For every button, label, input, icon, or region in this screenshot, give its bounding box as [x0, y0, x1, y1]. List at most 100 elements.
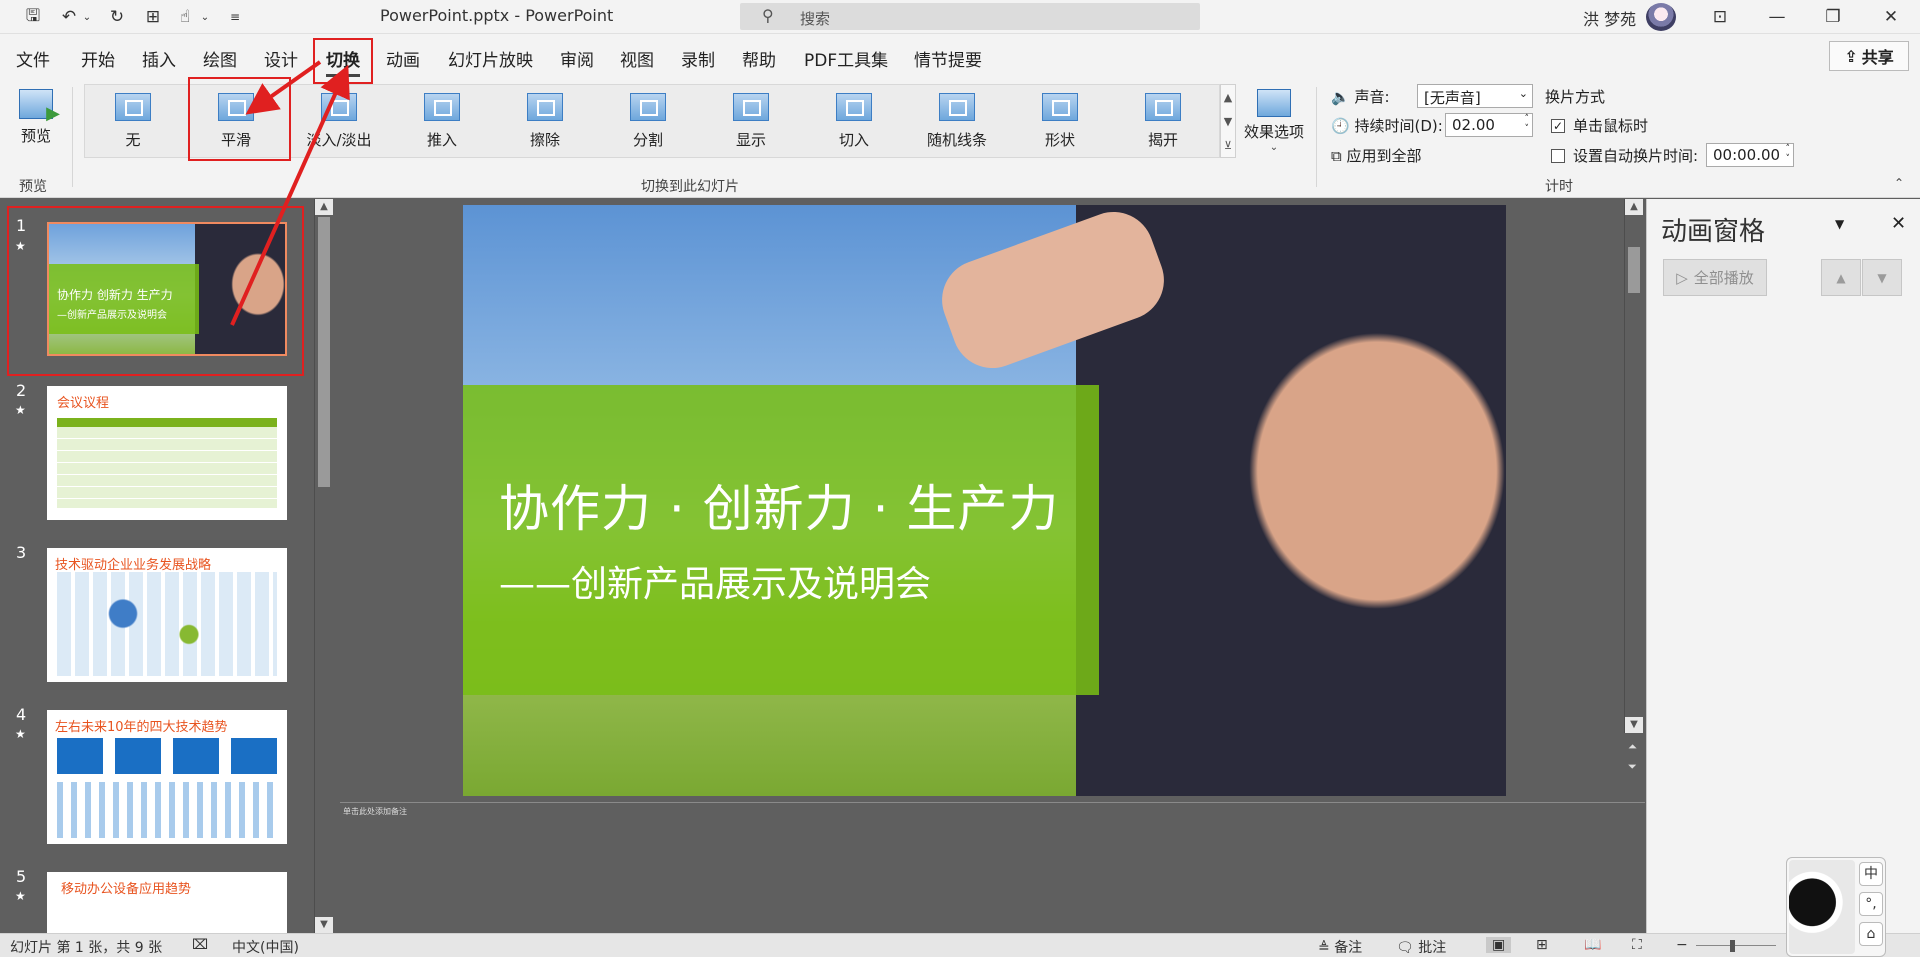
sound-select[interactable]: [无声音] ⌄ — [1417, 84, 1533, 108]
slide-thumbnail-5[interactable]: 移动办公设备应用趋势 — [47, 872, 287, 933]
ime-widget[interactable]: 中 °, ⌂ — [1786, 857, 1886, 957]
transition-none[interactable]: 无 — [88, 93, 178, 150]
title-box[interactable]: 协作力 · 创新力 · 生产力 ——创新产品展示及说明会 — [463, 385, 1099, 695]
next-slide-icon[interactable]: ⏷ — [1628, 760, 1637, 774]
slideshow-icon[interactable]: ⛶ — [1632, 937, 1642, 953]
share-icon: ⇪ — [1844, 46, 1858, 66]
duration-input[interactable]: 02.00 ˄ ˅ — [1445, 113, 1533, 137]
normal-view-icon[interactable]: ▣ — [1486, 937, 1512, 953]
touch-dropdown-icon[interactable]: ⌄ — [198, 5, 212, 29]
slide-thumbnail-1[interactable]: 协作力 创新力 生产力 —创新产品展示及说明会 — [47, 222, 287, 356]
spinner-icon[interactable]: ˄ ˅ — [1525, 114, 1530, 134]
tab-slideshow[interactable]: 幻灯片放映 — [448, 46, 533, 71]
minimize-icon[interactable]: — — [1762, 5, 1792, 29]
transition-push[interactable]: 推入 — [397, 93, 487, 150]
search-input[interactable]: ⚲ 搜索 — [740, 3, 1200, 30]
notes-button[interactable]: ≜ 备注 — [1318, 937, 1362, 957]
transition-reveal[interactable]: 显示 — [706, 93, 796, 150]
undo-dropdown-icon[interactable]: ⌄ — [80, 5, 94, 29]
transition-fade[interactable]: 淡入/淡出 — [294, 93, 384, 150]
play-all-button[interactable]: ▷ 全部播放 — [1663, 259, 1767, 296]
tab-view[interactable]: 视图 — [620, 46, 654, 71]
preview-button[interactable]: ▶ 预览 — [12, 89, 60, 146]
gallery-scroll[interactable]: ▲ ▼ ⊻ — [1220, 84, 1236, 158]
present-icon[interactable]: ⊞ — [140, 5, 166, 29]
preview-label: 预览 — [20, 127, 51, 145]
slide-thumbnail-4[interactable]: 左右未来10年的四大技术趋势 — [47, 710, 287, 844]
collapse-ribbon-icon[interactable]: ⌃ — [1894, 176, 1904, 190]
comments-button[interactable]: 🗨 批注 — [1396, 937, 1446, 957]
slide-thumbnail-3[interactable]: 技术驱动企业业务发展战略 — [47, 548, 287, 682]
slide-subtitle[interactable]: ——创新产品展示及说明会 — [499, 555, 931, 607]
avatar[interactable] — [1646, 3, 1676, 31]
transition-wipe[interactable]: 擦除 — [500, 93, 590, 150]
restore-icon[interactable]: ❐ — [1818, 5, 1848, 29]
undo-icon[interactable]: ↶ — [56, 5, 82, 29]
transition-cut[interactable]: 切入 — [809, 93, 899, 150]
gallery-more-icon[interactable]: ⊻ — [1224, 139, 1232, 152]
redo-icon[interactable]: ↻ — [104, 5, 130, 29]
thumbnail-title: 协作力 创新力 生产力 — [57, 288, 173, 302]
tab-home[interactable]: 开始 — [81, 46, 115, 71]
touch-mode-icon[interactable]: ☝ — [172, 5, 198, 29]
tab-pdf-tools[interactable]: PDF工具集 — [804, 46, 888, 71]
scroll-down-icon[interactable]: ▼ — [1224, 115, 1232, 128]
tab-animations[interactable]: 动画 — [386, 46, 420, 71]
transition-label: 推入 — [426, 131, 457, 149]
transition-label: 分割 — [632, 131, 663, 149]
auto-advance-time-input[interactable]: 00:00.00 ˄ ˅ — [1706, 143, 1794, 167]
zoom-slider-thumb[interactable] — [1730, 940, 1735, 952]
language[interactable]: 中文(中国) — [232, 937, 299, 957]
accessibility-icon[interactable]: ⌧ — [192, 937, 208, 953]
ime-mode-key[interactable]: 中 — [1859, 862, 1883, 886]
zoom-slider[interactable] — [1696, 945, 1776, 946]
customize-toolbar-icon[interactable]: ≡ — [222, 5, 248, 29]
scrollbar-thumb[interactable] — [1628, 247, 1640, 293]
tab-review[interactable]: 审阅 — [560, 46, 594, 71]
current-slide[interactable]: 协作力 · 创新力 · 生产力 ——创新产品展示及说明会 — [463, 205, 1506, 796]
ribbon-display-icon[interactable]: ⊡ — [1705, 5, 1735, 29]
transition-random-bars[interactable]: 随机线条 — [912, 93, 1002, 150]
close-icon[interactable]: ✕ — [1891, 213, 1906, 234]
slide-thumbnail-2[interactable]: 会议议程 — [47, 386, 287, 520]
scroll-up-icon[interactable]: ▲ — [1625, 199, 1643, 215]
scrollbar-thumb[interactable] — [318, 217, 330, 487]
reading-view-icon[interactable]: 📖 — [1584, 937, 1601, 953]
tab-record[interactable]: 录制 — [681, 46, 715, 71]
move-up-button[interactable]: ▲ — [1821, 259, 1861, 296]
thumbnail-scrollbar[interactable]: ▲ ▼ — [314, 199, 333, 933]
ime-settings-key[interactable]: ⌂ — [1859, 922, 1883, 946]
tab-design[interactable]: 设计 — [264, 46, 298, 71]
on-click-checkbox[interactable]: ✓ — [1551, 119, 1565, 133]
tab-help[interactable]: 帮助 — [742, 46, 776, 71]
save-icon[interactable]: 🖫 — [20, 5, 46, 29]
spinner-icon[interactable]: ˄ ˅ — [1786, 144, 1791, 164]
slide-title[interactable]: 协作力 · 创新力 · 生产力 — [499, 469, 1059, 541]
transition-split[interactable]: 分割 — [603, 93, 693, 150]
transition-uncover[interactable]: 揭开 — [1118, 93, 1208, 150]
slide-sorter-icon[interactable]: ⊞ — [1536, 937, 1548, 953]
tab-file[interactable]: 文件 — [16, 46, 50, 71]
prev-slide-icon[interactable]: ⏶ — [1628, 740, 1637, 754]
move-down-button[interactable]: ▼ — [1862, 259, 1902, 296]
effect-options-button[interactable]: 效果选项 ⌄ — [1240, 89, 1308, 153]
scroll-down-icon[interactable]: ▼ — [315, 917, 333, 933]
scroll-up-icon[interactable]: ▲ — [315, 199, 333, 215]
tab-draw[interactable]: 绘图 — [203, 46, 237, 71]
tab-insert[interactable]: 插入 — [142, 46, 176, 71]
auto-advance-checkbox[interactable] — [1551, 149, 1565, 163]
tab-storyboard[interactable]: 情节提要 — [914, 46, 982, 71]
editor-scrollbar[interactable]: ▲ ▼ — [1624, 199, 1643, 733]
share-button[interactable]: ⇪ 共享 — [1829, 41, 1909, 71]
chevron-down-icon[interactable]: ▼ — [1835, 217, 1844, 231]
notes-pane[interactable]: 单击此处添加备注 — [343, 806, 407, 817]
close-icon[interactable]: ✕ — [1876, 5, 1906, 29]
ime-punctuation-key[interactable]: °, — [1859, 892, 1883, 916]
transition-shape[interactable]: 形状 — [1015, 93, 1105, 150]
clock-icon: 🕘 — [1331, 117, 1350, 135]
scroll-down-icon[interactable]: ▼ — [1625, 717, 1643, 733]
zoom-out-icon[interactable]: − — [1676, 937, 1688, 953]
user-name[interactable]: 洪 梦苑 — [1583, 6, 1636, 30]
scroll-up-icon[interactable]: ▲ — [1224, 91, 1232, 104]
apply-all-button[interactable]: ⧉ 应用到全部 — [1331, 145, 1422, 166]
